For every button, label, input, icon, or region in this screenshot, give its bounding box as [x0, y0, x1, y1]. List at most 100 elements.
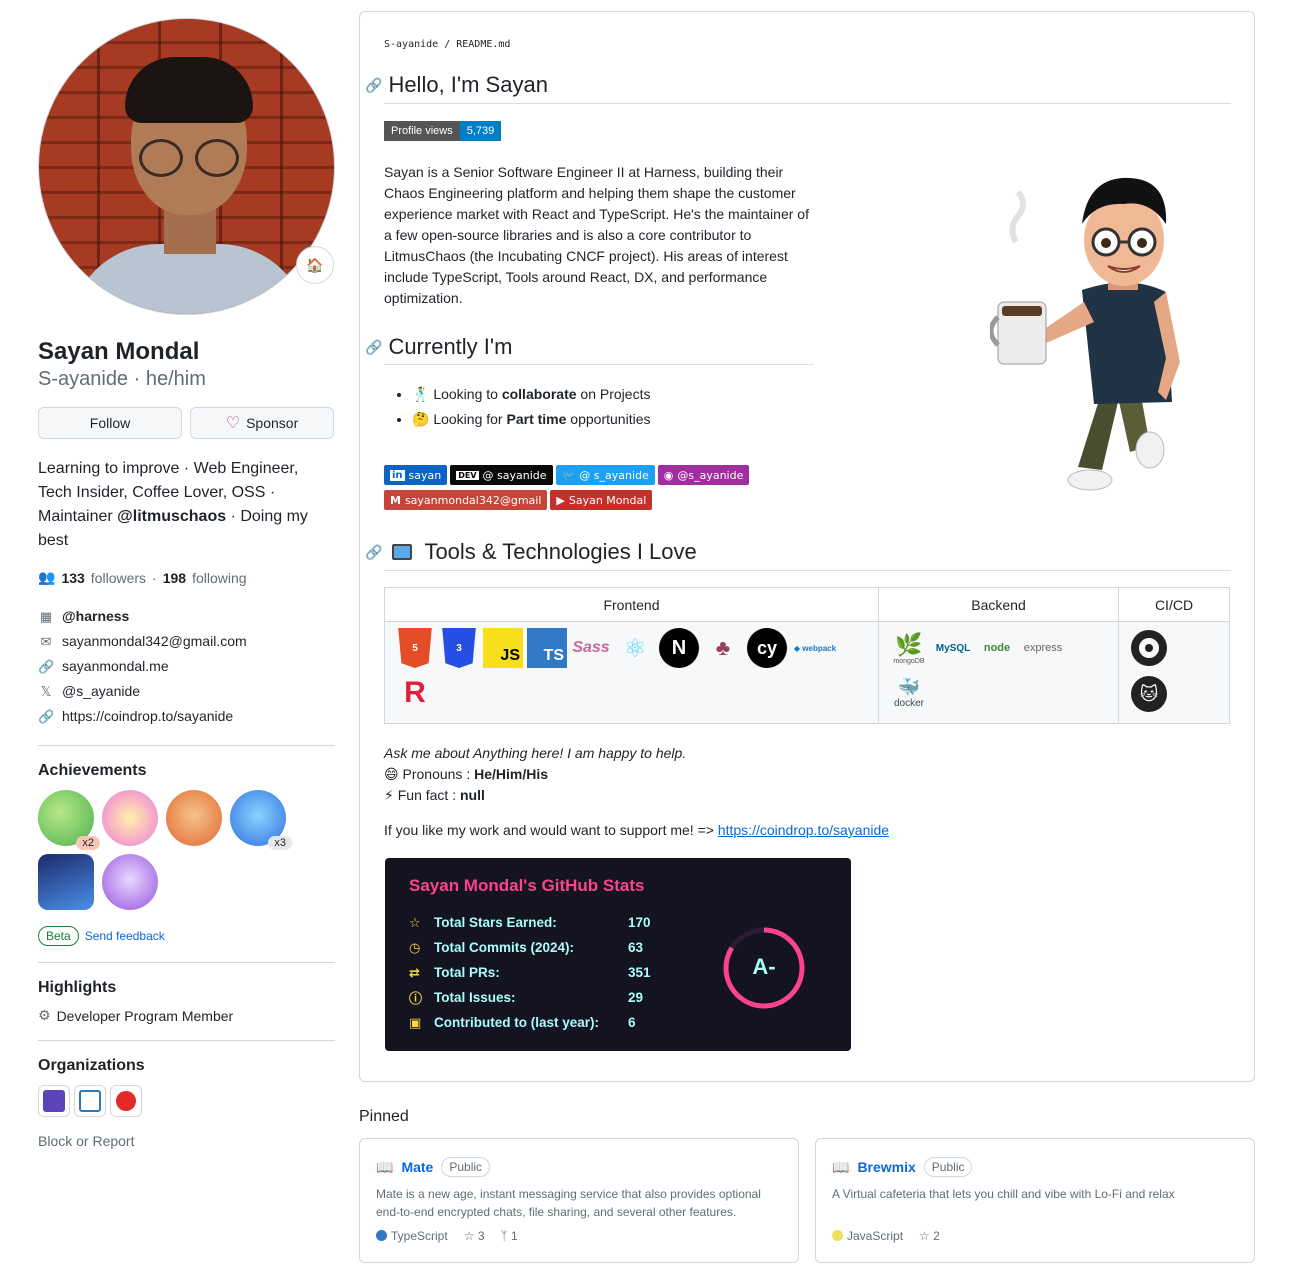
repo-name[interactable]: Mate [401, 1159, 433, 1175]
instagram-badge[interactable]: ◉ @s_ayanide [657, 465, 750, 485]
organizations-list [38, 1085, 335, 1117]
org-avatar-red[interactable] [110, 1085, 142, 1117]
tools-table: Frontend Backend CI/CD 5 3 JS TS Sass ⚛ … [384, 587, 1230, 724]
highlight-label: Developer Program Member [56, 1007, 234, 1024]
docker-icon[interactable]: 🐳 docker [889, 673, 929, 713]
language-color-dot [832, 1230, 843, 1241]
followers-row: 👥 133 followers · 198 following [38, 569, 335, 586]
achievement-yolo[interactable] [102, 790, 158, 846]
readme-breadcrumb[interactable]: S-ayanide / README.md [384, 39, 510, 50]
achievement-pull-shark[interactable]: x3 [230, 790, 292, 850]
backend-cell: 🌿 mongoDB MySQL node express 🐳 docker [878, 621, 1119, 724]
anchor-link-icon[interactable]: 🔗 [365, 544, 382, 561]
org-avatar-wiki[interactable] [74, 1085, 106, 1117]
repo-description: A Virtual cafeteria that lets you chill … [832, 1187, 1175, 1201]
star-icon: ☆ [409, 914, 421, 930]
people-icon: 👥 [38, 569, 56, 585]
stats-label: Contributed to (last year): [434, 1015, 600, 1030]
col-backend: Backend [878, 587, 1119, 622]
pinned-title: Pinned [359, 1108, 409, 1125]
html5-icon[interactable]: 5 [398, 628, 432, 668]
instagram-icon: ◉ [663, 468, 674, 482]
zap-icon: ⚡ [384, 787, 394, 803]
pr-icon: ⇄ [409, 964, 420, 980]
stats-label: Total Issues: [434, 990, 516, 1005]
social-link[interactable]: https://coindrop.to/sayanide [62, 704, 233, 729]
nextjs-icon[interactable]: N [659, 628, 699, 668]
jest-icon[interactable]: ♣ [703, 628, 743, 668]
achievement-count: x2 [76, 836, 100, 850]
devto-badge[interactable]: DEV @ sayanide [450, 465, 553, 485]
send-feedback-link[interactable]: Send feedback [85, 929, 165, 943]
repo-forks[interactable]: ᛉ 1 [501, 1229, 518, 1243]
company-link[interactable]: @harness [62, 604, 129, 629]
mongodb-icon[interactable]: 🌿 mongoDB [889, 628, 929, 668]
pinned-repo-card: 📖 Brewmix Public A Virtual cafeteria tha… [815, 1138, 1255, 1263]
followers-label[interactable]: followers [91, 570, 146, 586]
repo-stars[interactable]: ☆ 2 [919, 1229, 940, 1243]
profile-views-badge: Profile views 5,739 [384, 121, 502, 141]
star-icon: ☆ [463, 1229, 475, 1243]
achievement-pair-extraordinaire[interactable]: x2 [38, 790, 100, 850]
gmail-badge[interactable]: Msayanmondal342@gmail [384, 490, 548, 510]
organization-icon: ▦ [39, 609, 53, 624]
history-icon: ◷ [409, 939, 421, 955]
cypress-icon[interactable]: cy [747, 628, 787, 668]
stats-value: 29 [628, 990, 644, 1005]
sass-icon[interactable]: Sass [571, 628, 611, 668]
redux-saga-icon[interactable]: R [395, 673, 435, 713]
github-stats-card[interactable]: Sayan Mondal's GitHub Stats ☆ Total Stars… [385, 858, 851, 1051]
email-link[interactable]: sayanmondal342@gmail.com [62, 629, 247, 654]
achievement-starstruck[interactable] [38, 854, 94, 910]
following-label[interactable]: following [192, 570, 246, 586]
followers-count[interactable]: 133 [61, 570, 84, 586]
repo-name[interactable]: Brewmix [857, 1159, 915, 1175]
webpack-icon[interactable]: ◆ webpack [791, 628, 839, 668]
achievement-quickdraw[interactable] [166, 790, 222, 846]
stats-value: 351 [628, 965, 651, 980]
stats-title: Sayan Mondal's GitHub Stats [409, 876, 645, 895]
website-link[interactable]: sayanmondal.me [62, 654, 169, 679]
link-icon: 🔗 [38, 709, 55, 724]
repo-description: Mate is a new age, instant messaging ser… [376, 1187, 761, 1219]
col-cicd: CI/CD [1118, 587, 1230, 622]
nodejs-icon[interactable]: node [977, 628, 1017, 668]
readme-card: S-ayanide / README.md 🔗 Hello, I'm Sayan… [359, 11, 1255, 1082]
anchor-link-icon[interactable]: 🔗 [365, 77, 382, 94]
bio-org-mention[interactable]: @litmuschaos [117, 508, 226, 525]
javascript-icon[interactable]: JS [483, 628, 523, 668]
heart-icon: ♡ [225, 415, 241, 432]
anchor-link-icon[interactable]: 🔗 [365, 339, 382, 356]
list-item: 🕺 Looking to collaborate on Projects [412, 382, 650, 407]
beta-label: Beta [38, 926, 79, 946]
visibility-badge: Public [923, 1157, 973, 1177]
block-or-report-link[interactable]: Block or Report [38, 1133, 335, 1149]
css3-icon[interactable]: 3 [442, 628, 476, 668]
achievement-arctic-code-vault[interactable] [102, 854, 158, 910]
youtube-badge[interactable]: ▶ Sayan Mondal [550, 490, 653, 510]
avatar[interactable] [38, 18, 335, 315]
highlights-title: Highlights [38, 979, 117, 996]
org-avatar-litmus[interactable] [38, 1085, 70, 1117]
coindrop-link[interactable]: https://coindrop.to/sayanide [718, 822, 889, 838]
circleci-icon[interactable] [1129, 628, 1169, 668]
react-icon[interactable]: ⚛ [615, 628, 655, 668]
sponsor-button[interactable]: ♡ Sponsor [190, 407, 334, 439]
profile-bio: Learning to improve · Web Engineer, Tech… [38, 457, 335, 553]
twitter-badge[interactable]: 🐦 @ s_ayanide [555, 465, 655, 485]
express-icon[interactable]: express [1021, 628, 1065, 668]
status-house-icon[interactable]: 🏠 [296, 246, 334, 284]
follow-button[interactable]: Follow [38, 407, 182, 439]
stats-label: Total PRs: [434, 965, 500, 980]
twitter-link[interactable]: @s_ayanide [62, 679, 140, 704]
github-actions-icon[interactable]: 🐱 [1129, 674, 1169, 714]
following-count[interactable]: 198 [163, 570, 186, 586]
list-item: 🤔 Looking for Part time opportunities [412, 407, 650, 432]
ask-text: Ask me about Anything here! I am happy t… [384, 745, 687, 761]
stats-row: ◷ Total Commits (2024): 63 [409, 935, 651, 960]
linkedin-badge[interactable]: in sayan [384, 465, 448, 485]
typescript-icon[interactable]: TS [527, 628, 567, 668]
repo-icon: 📖 [832, 1158, 850, 1175]
repo-stars[interactable]: ☆ 3 [464, 1229, 485, 1243]
mysql-icon[interactable]: MySQL [933, 628, 973, 668]
